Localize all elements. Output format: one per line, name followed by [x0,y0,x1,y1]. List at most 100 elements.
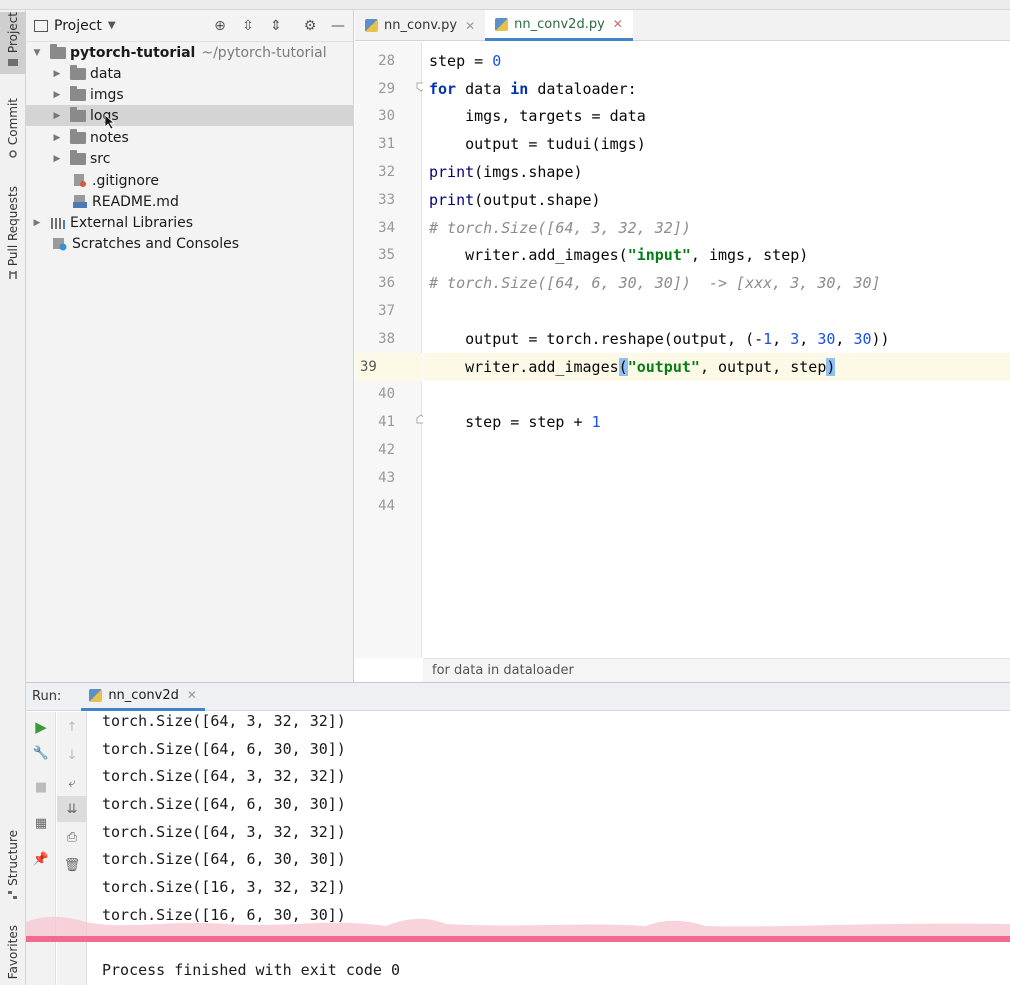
line-number: 28 [378,52,395,69]
console-line: torch.Size([64, 6, 30, 30]) [102,739,346,758]
editor-tab-bar: nn_conv.py ✕ nn_conv2d.py ✕ [355,10,1010,41]
code-line[interactable] [423,297,1010,325]
chevron-right-icon[interactable]: ▶ [52,154,62,164]
video-danmaku-wave [26,916,1010,938]
close-icon[interactable]: ✕ [613,17,623,31]
chevron-right-icon[interactable]: ▶ [52,90,62,100]
video-progress-bar[interactable] [26,936,1010,942]
console-line: torch.Size([64, 6, 30, 30]) [102,850,346,869]
chevron-down-icon[interactable]: ▼ [32,48,42,58]
line-number: 34 [378,219,395,236]
stop-icon[interactable]: ■ [26,774,56,800]
run-tab-label: nn_conv2d [108,687,179,703]
line-number: 31 [378,136,395,153]
line-number: 38 [378,330,395,347]
tree-folder-imgs[interactable]: ▶ imgs [26,84,354,105]
code-line[interactable]: print (imgs.shape) [423,158,1010,186]
pin-icon[interactable]: 📌 [26,846,56,872]
console-line: torch.Size([64, 6, 30, 30]) [102,794,346,813]
code-line[interactable]: output = tudui(imgs) [423,130,1010,158]
console-line: torch.Size([64, 3, 32, 32]) [102,711,346,730]
line-number: 41 [378,414,395,431]
project-panel-title[interactable]: Project [54,18,102,34]
tree-folder-src[interactable]: ▶ src [26,148,354,169]
structure-tool-tab[interactable]: Structure [0,830,26,910]
folder-icon [70,85,86,101]
tree-folder-notes[interactable]: ▶ notes [26,127,354,148]
arrow-down-icon[interactable]: ↓ [57,742,87,768]
python-file-icon [365,19,378,32]
tab-nn-conv[interactable]: nn_conv.py ✕ [355,10,485,41]
favorites-tool-tab[interactable]: Favorites [0,925,26,985]
code-line[interactable]: step = 0 [423,47,1010,75]
current-line-number: 39 [355,352,422,381]
code-line[interactable]: imgs, targets = data [423,103,1010,131]
console-line: torch.Size([16, 3, 32, 32]) [102,878,346,897]
tree-file-readme[interactable]: README.md [26,191,354,212]
project-panel-header: Project ▼ ⊕ ⇳ ⇕ ⚙ — [26,10,353,42]
tree-folder-logs[interactable]: ▶ logs [26,105,354,130]
run-console[interactable]: torch.Size([64, 3, 32, 32]) torch.Size([… [88,712,1010,985]
tree-scratches[interactable]: Scratches and Consoles [26,233,354,254]
rerun-icon[interactable]: ▶ [26,714,56,740]
chevron-right-icon[interactable]: ▶ [32,218,42,228]
line-number: 33 [378,191,395,208]
trash-icon[interactable]: 🗑 [57,852,87,878]
close-icon[interactable]: ✕ [465,19,475,33]
code-line[interactable]: for data in dataloader: [423,75,1010,103]
line-number: 29 [378,80,395,97]
print-icon[interactable]: ⎙ [57,824,87,850]
chevron-right-icon[interactable]: ▶ [52,111,62,121]
commit-tool-label: Commit [6,98,20,146]
folder-icon [8,59,18,67]
folder-icon [70,106,86,122]
code-line[interactable]: # torch.Size([64, 6, 30, 30]) -> [xxx, 3… [423,269,1010,297]
python-run-icon [89,688,103,702]
code-line[interactable]: # torch.Size([64, 3, 32, 32]) [423,214,1010,242]
wrench-icon[interactable]: 🔧 [26,740,56,766]
tool-window-stripe: Project Commit Pull Requests Structure F… [0,10,26,985]
line-number: 36 [378,275,395,292]
expand-all-icon[interactable]: ⇳ [240,18,256,34]
chevron-right-icon[interactable]: ▶ [52,133,62,143]
soft-wrap-icon[interactable]: ⤶ [57,770,87,796]
code-editor[interactable]: step = 0 for data in dataloader: imgs, t… [423,42,1010,658]
code-line[interactable]: output = torch.reshape(output, (- 1, 3, 3… [423,325,1010,353]
code-line[interactable]: writer.add_images("input", imgs, step) [423,242,1010,270]
line-number: 43 [378,469,395,486]
folder-label: notes [90,129,129,146]
console-line: torch.Size([64, 3, 32, 32]) [102,822,346,841]
close-icon[interactable]: ✕ [187,688,197,702]
commit-tool-tab[interactable]: Commit [0,98,26,168]
folder-icon [70,128,86,144]
code-line[interactable]: step = step + 1 [423,408,1010,436]
pull-requests-tool-tab[interactable]: Pull Requests [0,186,26,286]
tree-external-libraries[interactable]: ▶ External Libraries [26,212,354,233]
editor-breadcrumb[interactable]: for data in dataloader [423,658,1010,682]
layout-icon[interactable]: ▦ [26,810,56,836]
project-tool-tab[interactable]: Project [0,12,26,74]
tab-nn-conv2d[interactable]: nn_conv2d.py ✕ [485,10,633,41]
locate-icon[interactable]: ⊕ [212,18,228,34]
scroll-to-end-icon[interactable]: ⇊ [57,796,87,822]
collapse-all-icon[interactable]: ⇕ [268,18,284,34]
breadcrumb-label[interactable]: for data in dataloader [432,663,574,678]
gear-icon[interactable]: ⚙ [302,18,318,34]
structure-label: Structure [6,830,20,886]
code-line[interactable]: print (output.shape) [423,186,1010,214]
code-line[interactable] [423,381,1010,409]
hide-panel-icon[interactable]: — [330,18,346,34]
root-name: pytorch-tutorial [70,44,196,61]
current-code-line[interactable]: writer.add_images("output", output, step… [423,352,1010,381]
chevron-right-icon[interactable]: ▶ [52,69,62,79]
console-line: Process finished with exit code 0 [102,961,401,980]
tab-label: nn_conv.py [384,18,458,33]
chevron-down-icon[interactable]: ▼ [108,20,116,31]
line-number: 42 [378,442,395,459]
arrow-up-icon[interactable]: ↑ [57,714,87,740]
commit-icon [9,150,17,158]
tree-file-gitignore[interactable]: .gitignore [26,170,354,191]
tree-root[interactable]: ▼ pytorch-tutorial ~/pytorch-tutorial [26,42,354,63]
folder-icon [50,43,66,59]
tree-folder-data[interactable]: ▶ data [26,63,354,84]
